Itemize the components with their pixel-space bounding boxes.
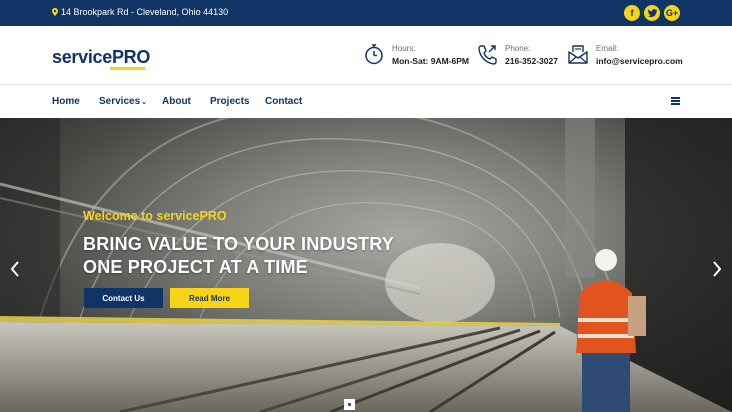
hours-label: Hours:	[392, 44, 416, 53]
phone-label: Phone:	[505, 44, 531, 53]
social-links: f G+	[624, 5, 680, 21]
hero-slider: Welcome to servicePRO BRING VALUE TO YOU…	[0, 118, 732, 412]
nav-item-contact[interactable]: Contact	[265, 96, 302, 107]
nav-item-projects[interactable]: Projects	[210, 96, 249, 107]
email-label: Email:	[596, 44, 619, 53]
logo-underline	[110, 67, 145, 70]
stopwatch-icon	[365, 44, 383, 65]
nav-item-services[interactable]: Services⌄	[99, 96, 147, 107]
slider-dot[interactable]	[344, 399, 355, 410]
address: 14 Brookpark Rd - Cleveland, Ohio 44130	[52, 7, 228, 17]
top-bar: 14 Brookpark Rd - Cleveland, Ohio 44130 …	[0, 0, 732, 26]
phone-info: Phone: 216-352-3027	[477, 43, 558, 68]
hero-headline-line-1: BRING VALUE TO YOUR INDUSTRY	[83, 234, 394, 254]
logo[interactable]: servicePRO	[52, 47, 150, 68]
envelope-icon	[568, 45, 588, 64]
main-nav: Home Services⌄ About Projects Contact	[0, 85, 732, 118]
slider-next-arrow-icon[interactable]	[712, 261, 722, 277]
slider-prev-arrow-icon[interactable]	[10, 261, 20, 277]
chevron-down-icon: ⌄	[141, 99, 148, 106]
address-text: 14 Brookpark Rd - Cleveland, Ohio 44130	[61, 7, 229, 17]
map-pin-icon	[52, 8, 58, 16]
hero-welcome: Welcome to servicePRO	[83, 209, 227, 223]
hours-value: Mon-Sat: 9AM-6PM	[392, 56, 469, 66]
nav-item-services-label: Services	[99, 96, 141, 107]
logo-service: service	[52, 47, 112, 67]
google-plus-icon[interactable]: G+	[664, 5, 680, 21]
facebook-icon[interactable]: f	[624, 5, 640, 21]
logo-pro: PRO	[111, 47, 151, 67]
contact-us-button[interactable]: Contact Us	[84, 288, 163, 308]
nav-item-home[interactable]: Home	[52, 96, 80, 107]
site-header: servicePRO Hours: Mon-Sat: 9AM-6PM Phone…	[0, 26, 732, 85]
email-value[interactable]: info@servicepro.com	[596, 54, 683, 68]
hamburger-menu-icon[interactable]	[671, 97, 680, 105]
hours-info: Hours: Mon-Sat: 9AM-6PM	[364, 43, 469, 68]
phone-icon	[478, 45, 497, 65]
phone-value[interactable]: 216-352-3027	[505, 54, 558, 68]
twitter-icon[interactable]	[644, 5, 660, 21]
hero-headline-line-2: ONE PROJECT AT A TIME	[83, 257, 308, 277]
email-info: Email: info@servicepro.com	[568, 43, 683, 68]
read-more-button[interactable]: Read More	[170, 288, 249, 308]
nav-item-about[interactable]: About	[162, 96, 191, 107]
